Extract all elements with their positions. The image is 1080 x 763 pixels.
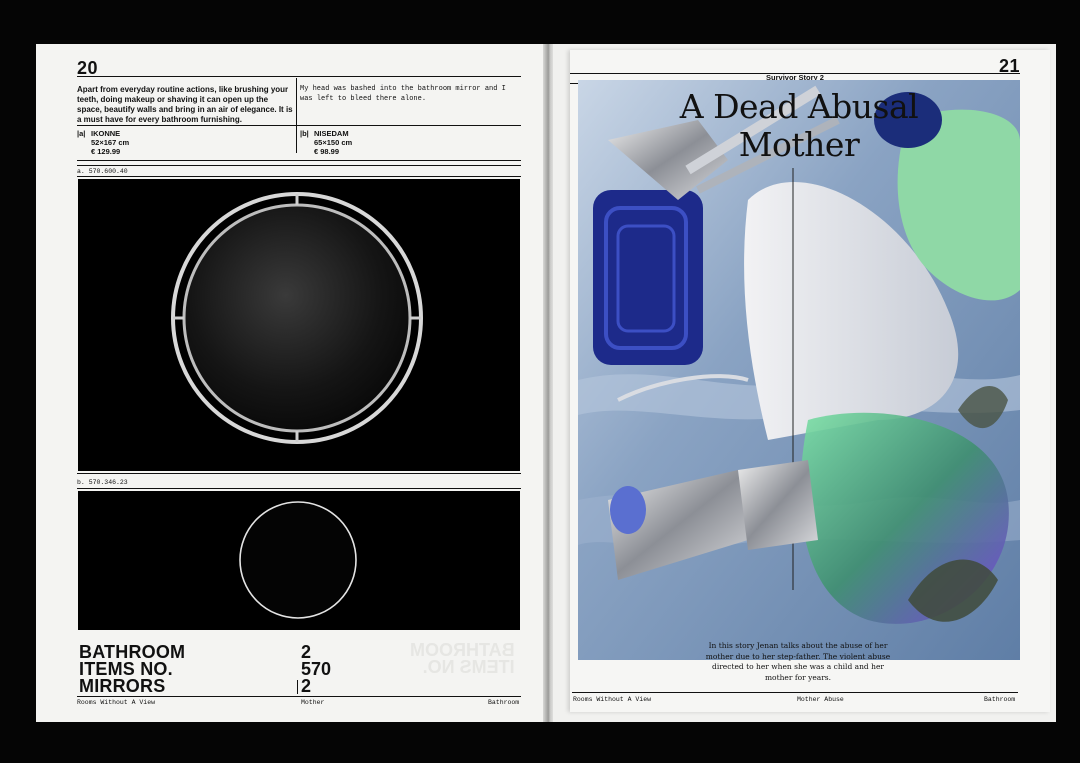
footer-rule-left [77,696,521,697]
thin-ring-mirror-icon [239,501,357,619]
number-marker [297,680,298,694]
round-mirror-frame-icon [171,192,423,444]
section-title: BATHROOM ITEMS NO. MIRRORS [79,643,185,696]
footer-right-section: Mother Abuse [797,696,844,703]
show-through-line: ITEMS NO. [422,657,515,677]
product-name: NISEDAM [314,129,349,138]
mirror-photo-b [78,491,520,630]
intro-text: Apart from everyday routine actions, lik… [77,85,293,124]
product-name: IKONNE [91,129,121,138]
product-key: |b| [300,129,309,138]
footer-left-section: Mother [301,699,325,706]
footer-right-publication: Rooms Without A View [573,696,652,703]
product-size: 52×167 cm [91,138,130,147]
header-rule [77,76,521,77]
column-divider [296,78,297,153]
product-code-a: a. 570.600.40 [77,168,128,175]
product-spec-b: |b| NISEDAM 65×150 cm € 98.99 [300,129,352,156]
story-title-line: A Dead Abusal [679,87,919,126]
section-numbers: 2 570 2 [301,643,331,696]
mirror-photo-a [78,179,520,471]
footer-left-category: Bathroom [488,699,520,706]
spec-rule-bottom-2 [77,165,521,166]
photo-b-rule [77,488,521,489]
product-price: € 98.99 [314,147,340,156]
story-body-text: In this story Jenan talks about the abus… [705,641,891,682]
footer-right-category: Bathroom [984,696,1016,703]
bathroom-collage-icon [578,80,1020,660]
footer-left-publication: Rooms Without A View [77,699,156,706]
show-through-text: BATHROOM ITEMS NO. [410,640,515,677]
spec-rule-top [77,125,521,126]
product-spec-a: |a| IKONNE 52×167 cm € 129.99 [77,129,129,156]
product-price: € 129.99 [91,147,121,156]
spec-rule-bottom-1 [77,160,521,161]
story-title: A Dead Abusal Mother [578,88,1020,164]
story-title-line: Mother [738,125,860,164]
number-line: 2 [301,676,312,696]
footer-rule-right [572,692,1018,693]
product-size: 65×150 cm [314,138,353,147]
product-key: |a| [77,129,86,138]
title-line: MIRRORS [79,676,166,696]
photo-b-rule-top [77,473,521,474]
photo-a-rule [77,176,521,177]
quote-text: My head was bashed into the bathroom mir… [300,85,506,103]
surreal-bathroom-artwork [578,80,1020,660]
product-code-b: b. 570.346.23 [77,479,128,486]
